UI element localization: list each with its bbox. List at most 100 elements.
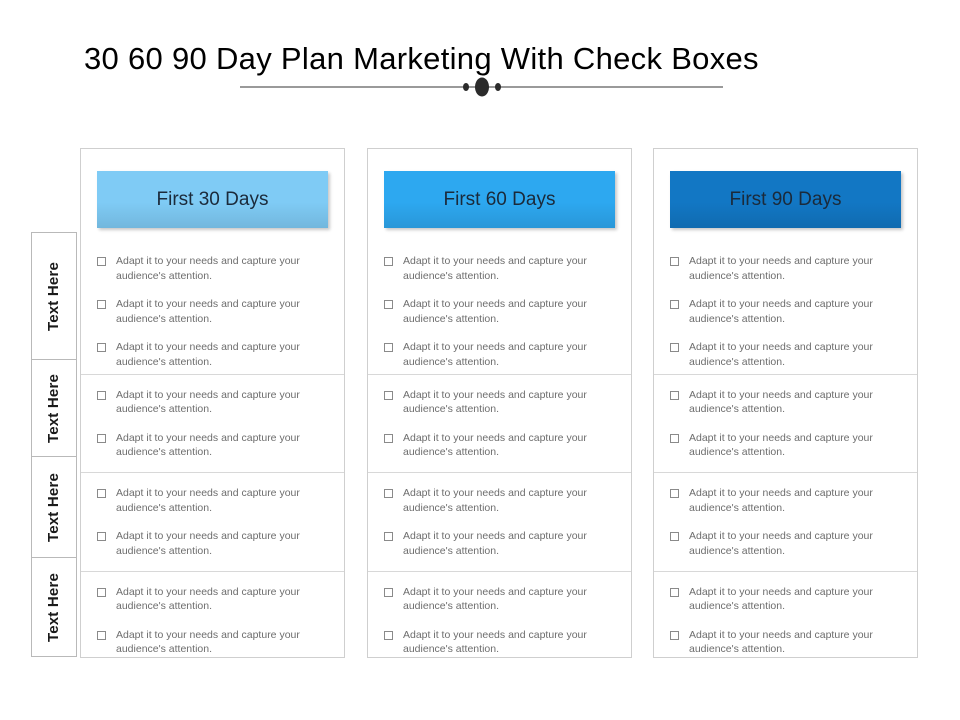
checkbox-list-item[interactable]: Adapt it to your needs and capture your … — [670, 340, 903, 369]
checkbox-item-label: Adapt it to your needs and capture your … — [116, 255, 300, 282]
plan-row: Adapt it to your needs and capture your … — [81, 472, 344, 571]
checkbox-icon[interactable] — [670, 630, 679, 640]
checkbox-icon[interactable] — [670, 433, 679, 443]
checkbox-item-label: Adapt it to your needs and capture your … — [403, 255, 587, 282]
ornament-divider-icon — [240, 76, 723, 98]
checkbox-icon[interactable] — [670, 390, 679, 400]
checkbox-item-label: Adapt it to your needs and capture your … — [116, 487, 300, 514]
checkbox-icon[interactable] — [97, 343, 106, 352]
checkbox-list-item[interactable]: Adapt it to your needs and capture your … — [97, 529, 330, 558]
column-header-label: First 60 Days — [443, 188, 556, 210]
checkbox-list-item[interactable]: Adapt it to your needs and capture your … — [384, 486, 617, 515]
row-label-cell-2: Text Here — [31, 359, 77, 456]
column-header-1[interactable]: First 30 Days — [97, 171, 328, 228]
divider-dot-center-icon — [474, 77, 489, 97]
checkbox-list-item[interactable]: Adapt it to your needs and capture your … — [670, 254, 903, 283]
checkbox-item-label: Adapt it to your needs and capture your … — [689, 628, 873, 656]
checkbox-list-item[interactable]: Adapt it to your needs and capture your … — [97, 340, 330, 369]
plan-column-3: First 90 Days Adapt it to your needs and … — [653, 148, 918, 658]
checkbox-item-label: Adapt it to your needs and capture your … — [689, 255, 873, 282]
column-header-3[interactable]: First 90 Days — [670, 171, 901, 228]
checkbox-icon[interactable] — [97, 489, 106, 498]
checkbox-icon[interactable] — [670, 257, 679, 266]
column-body: Adapt it to your needs and capture your … — [81, 249, 344, 669]
checkbox-list-item[interactable]: Adapt it to your needs and capture your … — [384, 585, 617, 614]
divider-dot-left-icon — [462, 83, 469, 91]
row-label-cell-3: Text Here — [31, 456, 77, 557]
checkbox-icon[interactable] — [97, 587, 106, 597]
row-label-text: Text Here — [45, 472, 63, 542]
checkbox-list-item[interactable]: Adapt it to your needs and capture your … — [670, 628, 903, 657]
checkbox-list-item[interactable]: Adapt it to your needs and capture your … — [384, 340, 617, 369]
checkbox-list-item[interactable]: Adapt it to your needs and capture your … — [670, 431, 903, 460]
checkbox-icon[interactable] — [97, 257, 106, 266]
checkbox-list-item[interactable]: Adapt it to your needs and capture your … — [97, 585, 330, 614]
checkbox-icon[interactable] — [384, 630, 393, 640]
checkbox-list-item[interactable]: Adapt it to your needs and capture your … — [670, 486, 903, 515]
checkbox-item-label: Adapt it to your needs and capture your … — [116, 341, 300, 368]
checkbox-item-label: Adapt it to your needs and capture your … — [403, 585, 587, 613]
checkbox-list-item[interactable]: Adapt it to your needs and capture your … — [384, 529, 617, 558]
checkbox-icon[interactable] — [97, 433, 106, 443]
plan-column-2: First 60 Days Adapt it to your needs and … — [367, 148, 632, 658]
checkbox-list-item[interactable]: Adapt it to your needs and capture your … — [670, 529, 903, 558]
checkbox-list-item[interactable]: Adapt it to your needs and capture your … — [97, 297, 330, 326]
row-label-text: Text Here — [45, 572, 63, 642]
checkbox-item-label: Adapt it to your needs and capture your … — [403, 487, 587, 514]
checkbox-icon[interactable] — [670, 343, 679, 352]
checkbox-list-item[interactable]: Adapt it to your needs and capture your … — [97, 431, 330, 460]
plan-row: Adapt it to your needs and capture your … — [81, 249, 344, 374]
checkbox-item-label: Adapt it to your needs and capture your … — [116, 530, 300, 557]
checkbox-list-item[interactable]: Adapt it to your needs and capture your … — [97, 254, 330, 283]
checkbox-icon[interactable] — [384, 532, 393, 541]
checkbox-icon[interactable] — [384, 489, 393, 498]
checkbox-item-label: Adapt it to your needs and capture your … — [689, 530, 873, 557]
checkbox-list-item[interactable]: Adapt it to your needs and capture your … — [384, 254, 617, 283]
checkbox-icon[interactable] — [384, 300, 393, 309]
checkbox-icon[interactable] — [670, 532, 679, 541]
checkbox-list-item[interactable]: Adapt it to your needs and capture your … — [384, 388, 617, 417]
checkbox-item-label: Adapt it to your needs and capture your … — [689, 431, 873, 459]
checkbox-item-label: Adapt it to your needs and capture your … — [116, 298, 300, 325]
checkbox-icon[interactable] — [97, 300, 106, 309]
checkbox-icon[interactable] — [384, 390, 393, 400]
checkbox-item-label: Adapt it to your needs and capture your … — [116, 388, 300, 416]
row-label-cell-4: Text Here — [31, 557, 77, 657]
checkbox-item-label: Adapt it to your needs and capture your … — [403, 388, 587, 416]
checkbox-icon[interactable] — [384, 433, 393, 443]
checkbox-list-item[interactable]: Adapt it to your needs and capture your … — [97, 388, 330, 417]
plan-row: Adapt it to your needs and capture your … — [654, 571, 917, 669]
plan-row: Adapt it to your needs and capture your … — [81, 374, 344, 472]
checkbox-icon[interactable] — [97, 630, 106, 640]
checkbox-icon[interactable] — [97, 532, 106, 541]
checkbox-icon[interactable] — [384, 257, 393, 266]
checkbox-list-item[interactable]: Adapt it to your needs and capture your … — [97, 628, 330, 657]
checkbox-item-label: Adapt it to your needs and capture your … — [116, 585, 300, 613]
checkbox-icon[interactable] — [670, 300, 679, 309]
plan-row: Adapt it to your needs and capture your … — [654, 249, 917, 374]
plan-row: Adapt it to your needs and capture your … — [368, 571, 631, 669]
checkbox-item-label: Adapt it to your needs and capture your … — [403, 530, 587, 557]
checkbox-list-item[interactable]: Adapt it to your needs and capture your … — [97, 486, 330, 515]
row-label-text: Text Here — [45, 373, 63, 443]
checkbox-list-item[interactable]: Adapt it to your needs and capture your … — [670, 388, 903, 417]
checkbox-list-item[interactable]: Adapt it to your needs and capture your … — [670, 297, 903, 326]
divider-dot-right-icon — [494, 83, 501, 91]
column-header-label: First 30 Days — [156, 188, 269, 210]
checkbox-icon[interactable] — [384, 587, 393, 597]
checkbox-icon[interactable] — [97, 390, 106, 400]
checkbox-list-item[interactable]: Adapt it to your needs and capture your … — [670, 585, 903, 614]
checkbox-list-item[interactable]: Adapt it to your needs and capture your … — [384, 297, 617, 326]
row-label-cell-1: Text Here — [31, 232, 77, 359]
checkbox-icon[interactable] — [670, 587, 679, 597]
checkbox-list-item[interactable]: Adapt it to your needs and capture your … — [384, 431, 617, 460]
plan-column-1: First 30 Days Adapt it to your needs and … — [80, 148, 345, 658]
column-body: Adapt it to your needs and capture your … — [368, 249, 631, 669]
checkbox-icon[interactable] — [384, 343, 393, 352]
checkbox-list-item[interactable]: Adapt it to your needs and capture your … — [384, 628, 617, 657]
column-header-2[interactable]: First 60 Days — [384, 171, 615, 228]
column-header-label: First 90 Days — [729, 188, 842, 210]
checkbox-item-label: Adapt it to your needs and capture your … — [403, 431, 587, 459]
checkbox-item-label: Adapt it to your needs and capture your … — [116, 628, 300, 656]
checkbox-icon[interactable] — [670, 489, 679, 498]
